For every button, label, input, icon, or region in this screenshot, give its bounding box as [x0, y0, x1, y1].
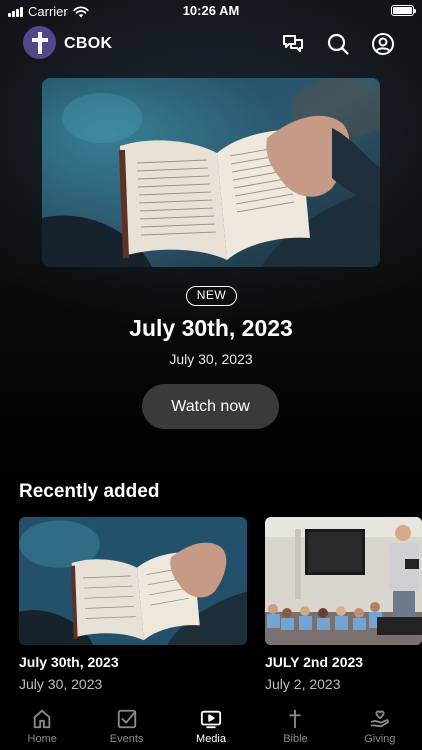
- tab-giving[interactable]: Giving: [338, 700, 422, 750]
- media-card-title: JULY 2nd 2023: [265, 654, 364, 670]
- tab-bar: Home Events Media Bible Giving: [0, 700, 422, 750]
- media-card-date: July 2, 2023: [265, 676, 341, 692]
- profile-icon[interactable]: [371, 32, 395, 56]
- bible-thumbnail-illustration: [19, 517, 247, 645]
- home-icon: [33, 709, 51, 729]
- status-time: 10:26 AM: [182, 3, 240, 18]
- tab-home[interactable]: Home: [0, 700, 84, 750]
- tab-bible-label: Bible: [283, 733, 308, 745]
- search-icon[interactable]: [326, 32, 350, 56]
- media-thumbnail[interactable]: [265, 517, 422, 645]
- media-card[interactable]: JULY 2nd 2023 July 2, 2023: [265, 517, 422, 692]
- hero-image[interactable]: [42, 78, 380, 267]
- play-icon: [200, 710, 222, 729]
- tab-events-label: Events: [109, 733, 144, 745]
- tab-media[interactable]: Media: [169, 700, 253, 750]
- tab-bible[interactable]: Bible: [253, 700, 337, 750]
- chat-icon[interactable]: [281, 32, 305, 56]
- giving-hand-icon: [370, 710, 389, 728]
- bible-illustration: [42, 78, 380, 267]
- brand-name: CBOK: [64, 35, 113, 52]
- media-thumbnail[interactable]: [19, 517, 247, 645]
- media-card[interactable]: July 30th, 2023 July 30, 2023: [19, 517, 247, 692]
- watch-now-button[interactable]: Watch now: [142, 384, 279, 429]
- cross-icon: [289, 709, 301, 729]
- tab-media-label: Media: [196, 733, 226, 745]
- tab-home-label: Home: [27, 733, 57, 745]
- media-card-date: July 30, 2023: [19, 676, 103, 692]
- top-nav: CBOK: [0, 24, 422, 64]
- hero-date: July 30, 2023: [169, 351, 253, 367]
- new-badge: NEW: [186, 286, 237, 306]
- tab-events[interactable]: Events: [84, 700, 168, 750]
- battery-icon: [391, 5, 416, 16]
- church-logo[interactable]: [23, 26, 56, 59]
- checkbox-icon: [117, 709, 136, 729]
- recently-added-heading: Recently added: [19, 481, 160, 502]
- cross-logo-icon: [31, 31, 48, 54]
- media-card-title: July 30th, 2023: [19, 654, 119, 670]
- status-bar: Carrier 10:26 AM: [0, 0, 422, 22]
- tab-giving-label: Giving: [364, 733, 396, 745]
- hero-title: July 30th, 2023: [129, 315, 293, 341]
- worship-photo-illustration: [265, 517, 422, 645]
